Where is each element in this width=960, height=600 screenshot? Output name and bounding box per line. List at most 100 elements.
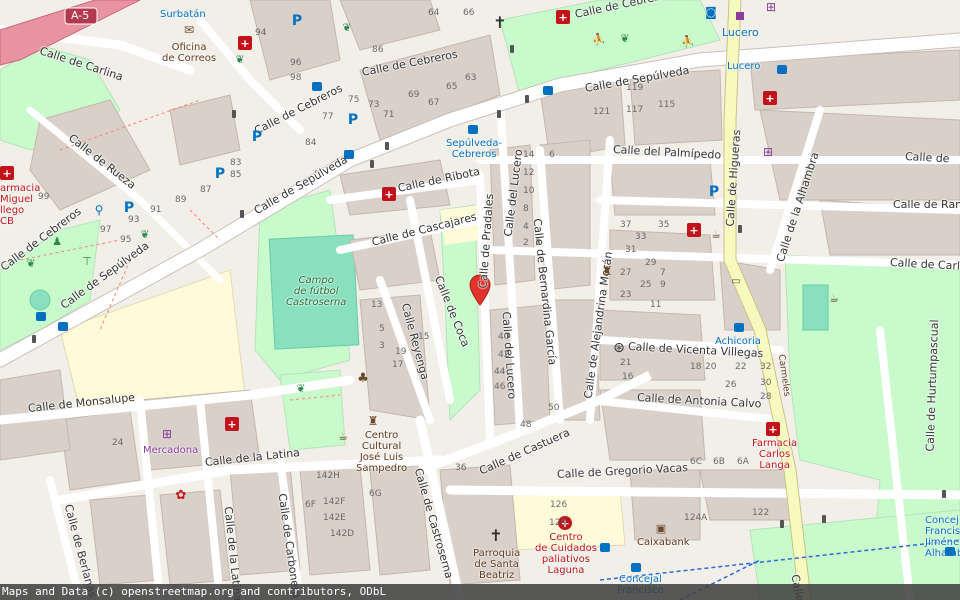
house-number: 97: [100, 225, 112, 235]
pharmacy-icon[interactable]: +: [382, 187, 396, 201]
bus-stop-icon[interactable]: [58, 322, 68, 331]
map-view[interactable]: A-5 Calle de Carlina Calle de Cebreros C…: [0, 0, 960, 600]
poi-achicoria[interactable]: Achicoria: [715, 336, 761, 347]
bus-stop-icon[interactable]: [777, 65, 787, 74]
poi-lucero-metro[interactable]: Lucero: [722, 27, 759, 38]
poi-farmacia-carlos[interactable]: Farmacia Carlos Langa: [752, 438, 797, 471]
house-number: 31: [625, 245, 637, 255]
poi-caixabank[interactable]: Caixabank: [637, 537, 690, 548]
parking-icon[interactable]: P: [213, 166, 227, 182]
playground-icon[interactable]: ♟: [52, 235, 62, 248]
house-number: 142F: [323, 497, 346, 507]
parking-icon[interactable]: P: [122, 200, 136, 216]
house-number: 44: [494, 367, 506, 377]
picnic-icon[interactable]: ⊤: [82, 255, 92, 268]
poi-surbatan[interactable]: Surbatán: [160, 9, 206, 20]
bank-icon[interactable]: ▣: [654, 522, 668, 535]
poi-centro-cuidados[interactable]: Centro de Cuidados paliativos Laguna: [535, 532, 597, 576]
atm-icon[interactable]: ▭: [729, 276, 743, 287]
house-number: 122: [752, 508, 770, 518]
house-number: 30: [760, 378, 772, 388]
bus-stop-icon[interactable]: [945, 547, 955, 556]
house-number: 32: [760, 362, 772, 372]
shop-icon[interactable]: ⊞: [764, 0, 778, 14]
metro-icon[interactable]: [736, 12, 744, 20]
house-number: 142H: [316, 471, 340, 481]
pharmacy-icon[interactable]: +: [763, 91, 777, 105]
office-icon[interactable]: ♜: [366, 414, 380, 428]
house-number: 84: [305, 138, 317, 148]
shop-icon[interactable]: ⊞: [761, 145, 775, 159]
bus-stop-icon[interactable]: [600, 543, 610, 552]
house-number: 13: [371, 300, 383, 310]
house-number: 48: [520, 420, 532, 430]
poi-mercadona[interactable]: Mercadona: [143, 445, 198, 456]
church-icon[interactable]: ✝: [492, 13, 508, 32]
house-number: 10: [523, 186, 535, 196]
poi-campo-futbol[interactable]: Campo de fútbol Castroserna: [286, 275, 346, 308]
house-number: 95: [120, 235, 132, 245]
poi-oficina-correos[interactable]: Oficina de Correos: [162, 42, 216, 64]
house-number: 6A: [737, 457, 749, 467]
house-number: 98: [290, 73, 302, 83]
cafe-icon[interactable]: ☕: [829, 292, 839, 305]
parking-icon[interactable]: P: [290, 13, 304, 29]
house-number: 89: [175, 195, 187, 205]
house-number: 96: [290, 58, 302, 68]
shop-icon[interactable]: ⊞: [160, 427, 174, 441]
parking-icon[interactable]: P: [250, 129, 264, 145]
house-number: 121: [593, 107, 611, 117]
paw-icon[interactable]: ✿: [174, 488, 188, 503]
house-number: 6C: [690, 457, 703, 467]
bus-stop-icon[interactable]: [631, 563, 641, 572]
house-number: 23: [620, 290, 632, 300]
bus-stop-icon[interactable]: [344, 150, 354, 159]
tree-icon: ❦: [296, 381, 306, 395]
bus-stop-icon[interactable]: [468, 125, 478, 134]
house-number: 93: [128, 215, 140, 225]
house-number: 18: [690, 362, 702, 372]
poi-parroquia[interactable]: Parroquia de Santa Beatriz: [473, 548, 520, 581]
pharmacy-icon[interactable]: +: [0, 166, 14, 180]
pharmacy-icon[interactable]: +: [225, 417, 239, 431]
bicycle-icon[interactable]: ⚲: [92, 203, 106, 217]
bus-stop-icon[interactable]: [734, 323, 744, 332]
house-number: 69: [408, 90, 420, 100]
house-number: 14: [523, 150, 535, 160]
parking-icon[interactable]: P: [707, 184, 721, 200]
poi-lucero-bus[interactable]: Lucero: [727, 61, 760, 72]
camera-icon[interactable]: ⊛: [612, 340, 626, 356]
house-number: 8: [523, 204, 529, 214]
house-number: 17: [392, 360, 404, 370]
poi-farmacia-miguel[interactable]: armacia Miguel llego CB: [0, 183, 40, 227]
office-icon[interactable]: ♜: [600, 264, 614, 278]
pharmacy-icon[interactable]: +: [766, 422, 780, 436]
car-icon[interactable]: ◙: [704, 5, 718, 19]
parking-icon[interactable]: P: [346, 112, 360, 128]
house-number: 4: [523, 222, 529, 232]
house-number: 6B: [713, 457, 725, 467]
cafe-icon[interactable]: ☕: [711, 228, 721, 241]
pharmacy-icon[interactable]: +: [556, 10, 570, 24]
bus-stop-icon[interactable]: [36, 312, 46, 321]
house-number: 3: [379, 341, 385, 351]
cafe-icon[interactable]: ☕: [338, 430, 348, 443]
house-number: 24: [112, 438, 124, 448]
house-number: 9: [660, 280, 666, 290]
map-attribution[interactable]: Maps and Data (c) openstreetmap.org and …: [0, 584, 960, 600]
house-number: 15: [418, 332, 430, 342]
church-icon[interactable]: ✝: [488, 526, 504, 545]
theatre-icon[interactable]: ♣: [355, 370, 371, 386]
post-office-icon[interactable]: ✉: [181, 23, 197, 37]
poi-sepulveda-cebreros[interactable]: Sepúlveda- Cebreros: [446, 138, 502, 160]
house-number: 33: [635, 232, 647, 242]
pharmacy-icon[interactable]: +: [687, 223, 701, 237]
sports-icon: ⛹: [681, 34, 695, 48]
house-number: 124A: [684, 513, 708, 523]
bus-stop-icon[interactable]: [312, 82, 322, 91]
pharmacy-icon[interactable]: +: [238, 36, 252, 50]
bus-stop-icon[interactable]: [543, 86, 553, 95]
house-number: 40: [498, 332, 510, 342]
house-number: 142E: [323, 513, 346, 523]
poi-centro-cultural[interactable]: Centro Cultural José Luis Sampedro: [356, 430, 407, 474]
